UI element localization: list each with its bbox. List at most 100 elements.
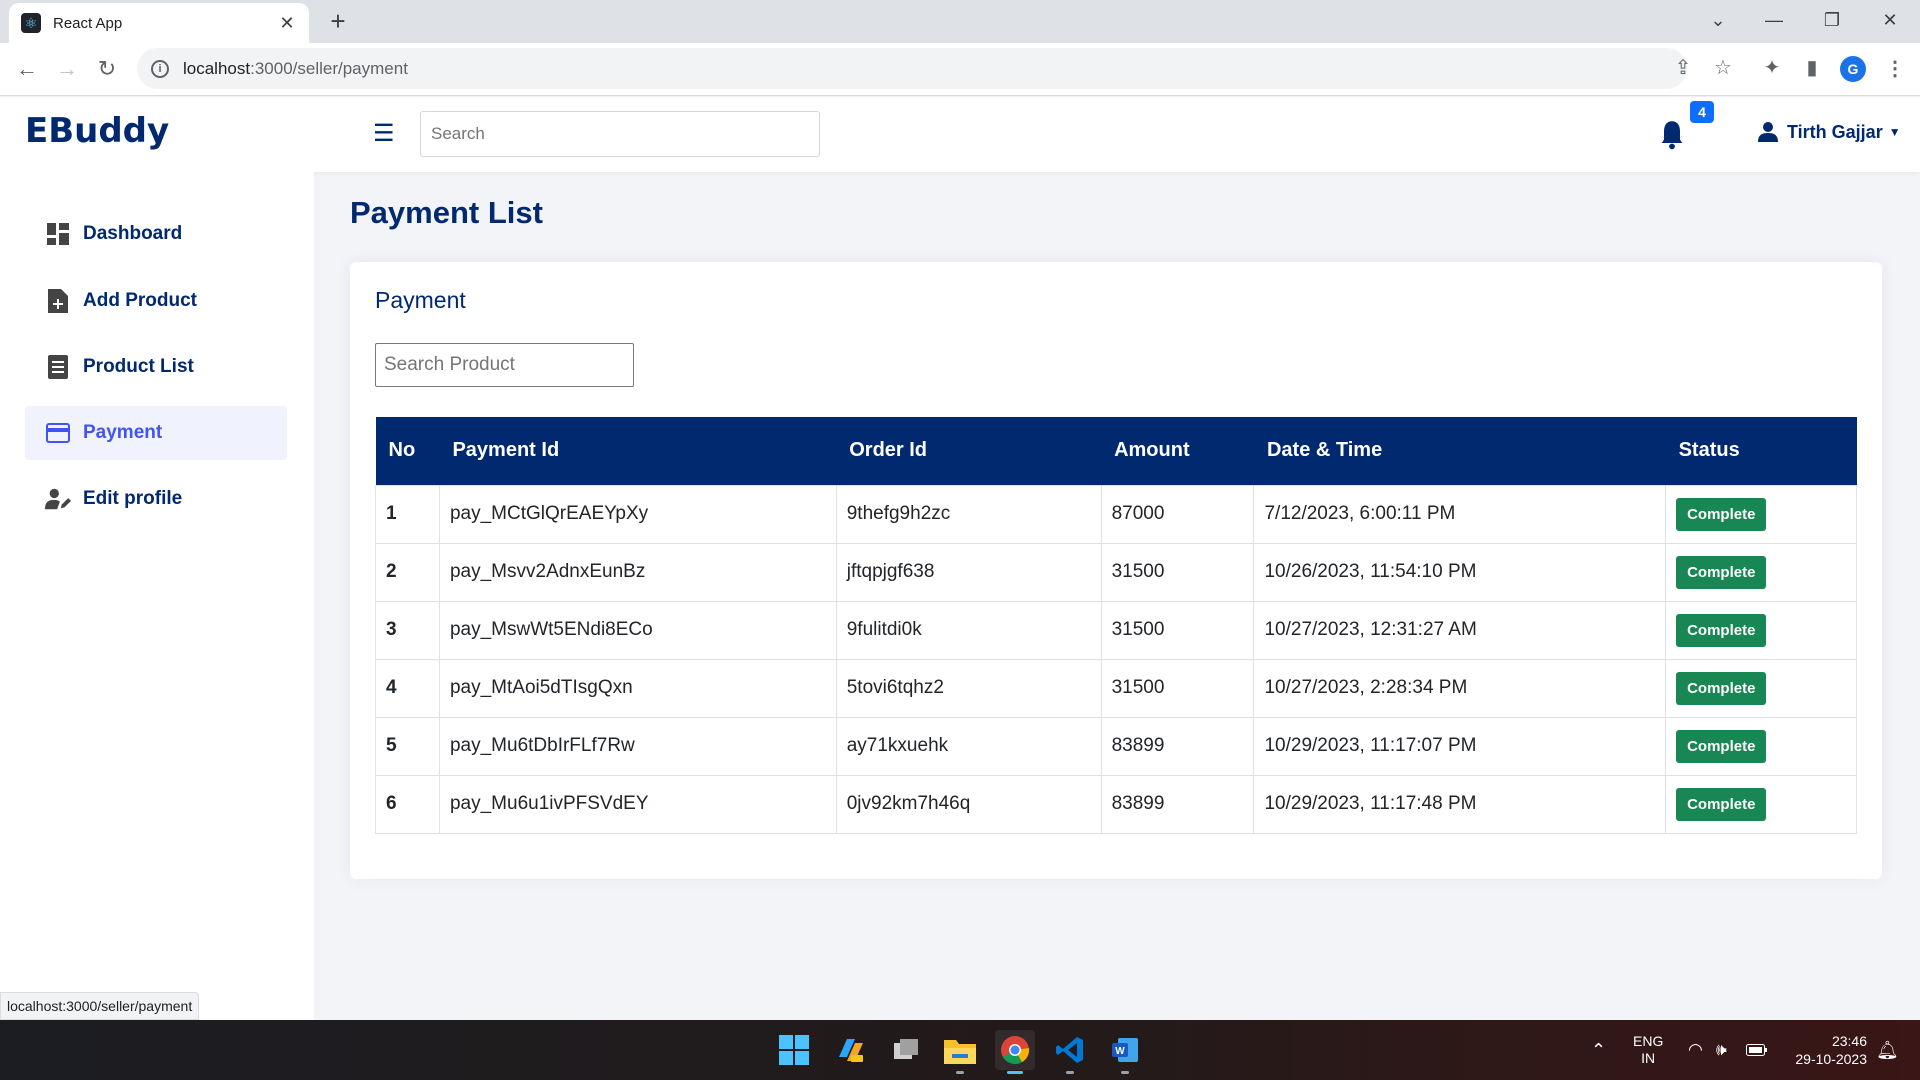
address-bar[interactable]: i localhost:3000/seller/payment	[137, 48, 1687, 89]
table-row: 4 pay_MtAoi5dTIsgQxn 5tovi6tqhz2 31500 1…	[375, 658, 1857, 718]
cell-no: 4	[375, 658, 440, 718]
sidebar: Dashboard Add Product Product List Payme…	[0, 172, 314, 1020]
status-button[interactable]: Complete	[1676, 613, 1767, 647]
cell-date-time: 10/29/2023, 11:17:48 PM	[1253, 774, 1667, 834]
user-menu[interactable]: Tirth Gajjar ▼	[1757, 121, 1901, 143]
close-window-button[interactable]: ✕	[1868, 6, 1912, 34]
sidebar-item-payment[interactable]: Payment	[25, 406, 287, 460]
user-icon	[1758, 122, 1778, 142]
table-header-row: No Payment Id Order Id Amount Date & Tim…	[375, 417, 1857, 485]
cell-status: Complete	[1665, 484, 1857, 544]
link-status-bubble: localhost:3000/seller/payment	[0, 992, 200, 1020]
sidebar-item-label: Product List	[83, 356, 194, 377]
cell-no: 3	[375, 600, 440, 660]
cell-order-id: 5tovi6tqhz2	[835, 658, 1102, 718]
running-indicator	[1121, 1071, 1129, 1074]
start-windows-icon[interactable]	[774, 1030, 814, 1070]
payment-table: No Payment Id Order Id Amount Date & Tim…	[375, 417, 1857, 834]
reload-button[interactable]: ↻	[91, 53, 123, 85]
extensions-icon[interactable]: ✦	[1757, 53, 1787, 83]
copilot-icon[interactable]	[830, 1030, 870, 1070]
share-icon[interactable]: ⇪	[1668, 53, 1698, 83]
back-button[interactable]: ←	[11, 53, 43, 85]
url-text: localhost:3000/seller/payment	[183, 58, 408, 78]
cell-amount: 31500	[1100, 542, 1255, 602]
cell-status: Complete	[1665, 658, 1857, 718]
clock-time: 23:46	[1831, 1033, 1867, 1049]
forward-button[interactable]: →	[51, 53, 83, 85]
cell-amount: 87000	[1100, 484, 1255, 544]
status-button[interactable]: Complete	[1676, 671, 1767, 705]
browser-tab-bar: ⚛ React App ✕ + ⌄ — ❐ ✕	[0, 0, 1920, 43]
new-tab-button[interactable]: +	[324, 8, 352, 36]
cell-status: Complete	[1665, 774, 1857, 834]
user-name: Tirth Gajjar	[1787, 121, 1883, 142]
menu-toggle-icon[interactable]: ☰	[373, 119, 395, 148]
cell-status: Complete	[1665, 542, 1857, 602]
clock[interactable]: 23:46 29-10-2023	[1785, 1020, 1867, 1080]
tab-search-icon[interactable]: ⌄	[1696, 6, 1740, 34]
logo[interactable]: EBuddy	[25, 111, 169, 151]
cell-payment-id: pay_Mu6u1ivPFSVdEY	[438, 774, 837, 834]
browser-tab[interactable]: ⚛ React App ✕	[9, 3, 309, 43]
cell-no: 1	[375, 484, 440, 544]
status-button[interactable]: Complete	[1676, 555, 1767, 589]
sidebar-item-label: Edit profile	[83, 488, 183, 509]
table-row: 6 pay_Mu6u1ivPFSVdEY 0jv92km7h46q 83899 …	[375, 774, 1857, 834]
close-tab-icon[interactable]: ✕	[277, 13, 297, 34]
cell-no: 2	[375, 542, 440, 602]
column-header-order-id: Order Id	[849, 439, 928, 462]
react-favicon-icon: ⚛	[21, 13, 41, 33]
sidebar-item-edit-profile[interactable]: Edit profile	[25, 472, 287, 526]
cell-status: Complete	[1665, 600, 1857, 660]
side-panel-icon[interactable]: ▮	[1797, 53, 1827, 83]
cell-date-time: 10/29/2023, 11:17:07 PM	[1253, 716, 1667, 776]
sidebar-item-product-list[interactable]: Product List	[25, 340, 287, 394]
status-button[interactable]: Complete	[1676, 787, 1767, 821]
table-row: 5 pay_Mu6tDbIrFLf7Rw ay71kxuehk 83899 10…	[375, 716, 1857, 776]
lang-region: IN	[1641, 1050, 1656, 1066]
notification-bell-icon[interactable]: 🔔︎	[1876, 1020, 1899, 1080]
language-indicator[interactable]: ENG IN	[1633, 1020, 1663, 1080]
file-explorer-icon[interactable]	[940, 1030, 980, 1074]
search-input[interactable]	[420, 111, 820, 157]
tab-title: React App	[53, 14, 123, 32]
column-header-amount: Amount	[1114, 439, 1190, 462]
chrome-menu-icon[interactable]: ⋮	[1880, 54, 1910, 84]
status-button[interactable]: Complete	[1676, 497, 1767, 531]
wifi-icon[interactable]: ◠	[1688, 1020, 1703, 1080]
search-product-input[interactable]	[375, 343, 634, 387]
page-title: Payment List	[350, 195, 543, 230]
app-header: EBuddy ☰ 4 Tirth Gajjar ▼	[0, 97, 1920, 172]
vscode-icon[interactable]	[1050, 1030, 1090, 1074]
payment-card: Payment No Payment Id Order Id Amount Da…	[350, 262, 1882, 879]
cell-order-id: 0jv92km7h46q	[835, 774, 1102, 834]
profile-avatar[interactable]: G	[1840, 56, 1866, 82]
minimize-button[interactable]: —	[1752, 6, 1796, 34]
sidebar-item-label: Add Product	[83, 290, 197, 311]
browser-toolbar: ← → ↻ i localhost:3000/seller/payment ⇪ …	[0, 43, 1920, 96]
column-header-status: Status	[1678, 439, 1740, 462]
cell-payment-id: pay_MCtGlQrEAEYpXy	[438, 484, 837, 544]
sidebar-item-add-product[interactable]: Add Product	[25, 274, 287, 328]
volume-icon[interactable]: 🕪	[1716, 1020, 1727, 1080]
task-view-icon[interactable]	[886, 1030, 926, 1070]
cell-order-id: ay71kxuehk	[835, 716, 1102, 776]
cell-payment-id: pay_MswWt5ENdi8ECo	[438, 600, 837, 660]
word-icon[interactable]: W	[1105, 1030, 1145, 1074]
status-button[interactable]: Complete	[1676, 729, 1767, 763]
cell-order-id: jftqpjgf638	[835, 542, 1102, 602]
site-info-icon[interactable]: i	[151, 59, 169, 78]
bell-icon[interactable]	[1658, 119, 1686, 151]
sidebar-item-dashboard[interactable]: Dashboard	[25, 207, 287, 261]
battery-icon[interactable]	[1746, 1020, 1768, 1080]
sidebar-item-label: Dashboard	[83, 223, 183, 244]
table-row: 3 pay_MswWt5ENdi8ECo 9fulitdi0k 31500 10…	[375, 600, 1857, 660]
chrome-taskbar-icon[interactable]	[995, 1030, 1035, 1074]
user-edit-icon	[45, 486, 71, 512]
show-hidden-icons-chevron-up-icon[interactable]: ⌃	[1591, 1020, 1606, 1080]
clock-date: 29-10-2023	[1795, 1051, 1867, 1067]
bookmark-star-icon[interactable]: ☆	[1708, 53, 1738, 83]
column-header-no: No	[388, 439, 416, 462]
restore-button[interactable]: ❐	[1810, 6, 1854, 34]
